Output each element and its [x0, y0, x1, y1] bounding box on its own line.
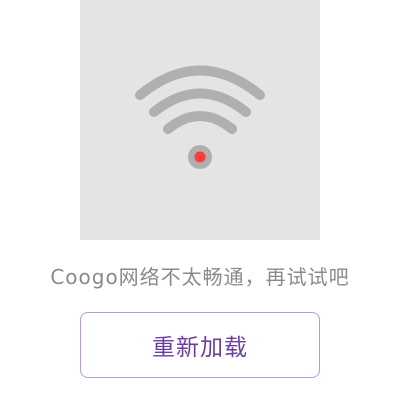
network-error-screen: Coogo网络不太畅通，再试试吧 重新加载	[0, 0, 400, 400]
wifi-icon	[135, 65, 265, 169]
network-error-message: Coogo网络不太畅通，再试试吧	[50, 265, 350, 289]
wifi-arc-middle	[149, 88, 251, 117]
network-error-illustration	[80, 0, 320, 240]
status-dot-icon	[194, 151, 206, 163]
reload-button[interactable]: 重新加载	[80, 312, 320, 378]
wifi-arc-inner	[163, 111, 237, 134]
